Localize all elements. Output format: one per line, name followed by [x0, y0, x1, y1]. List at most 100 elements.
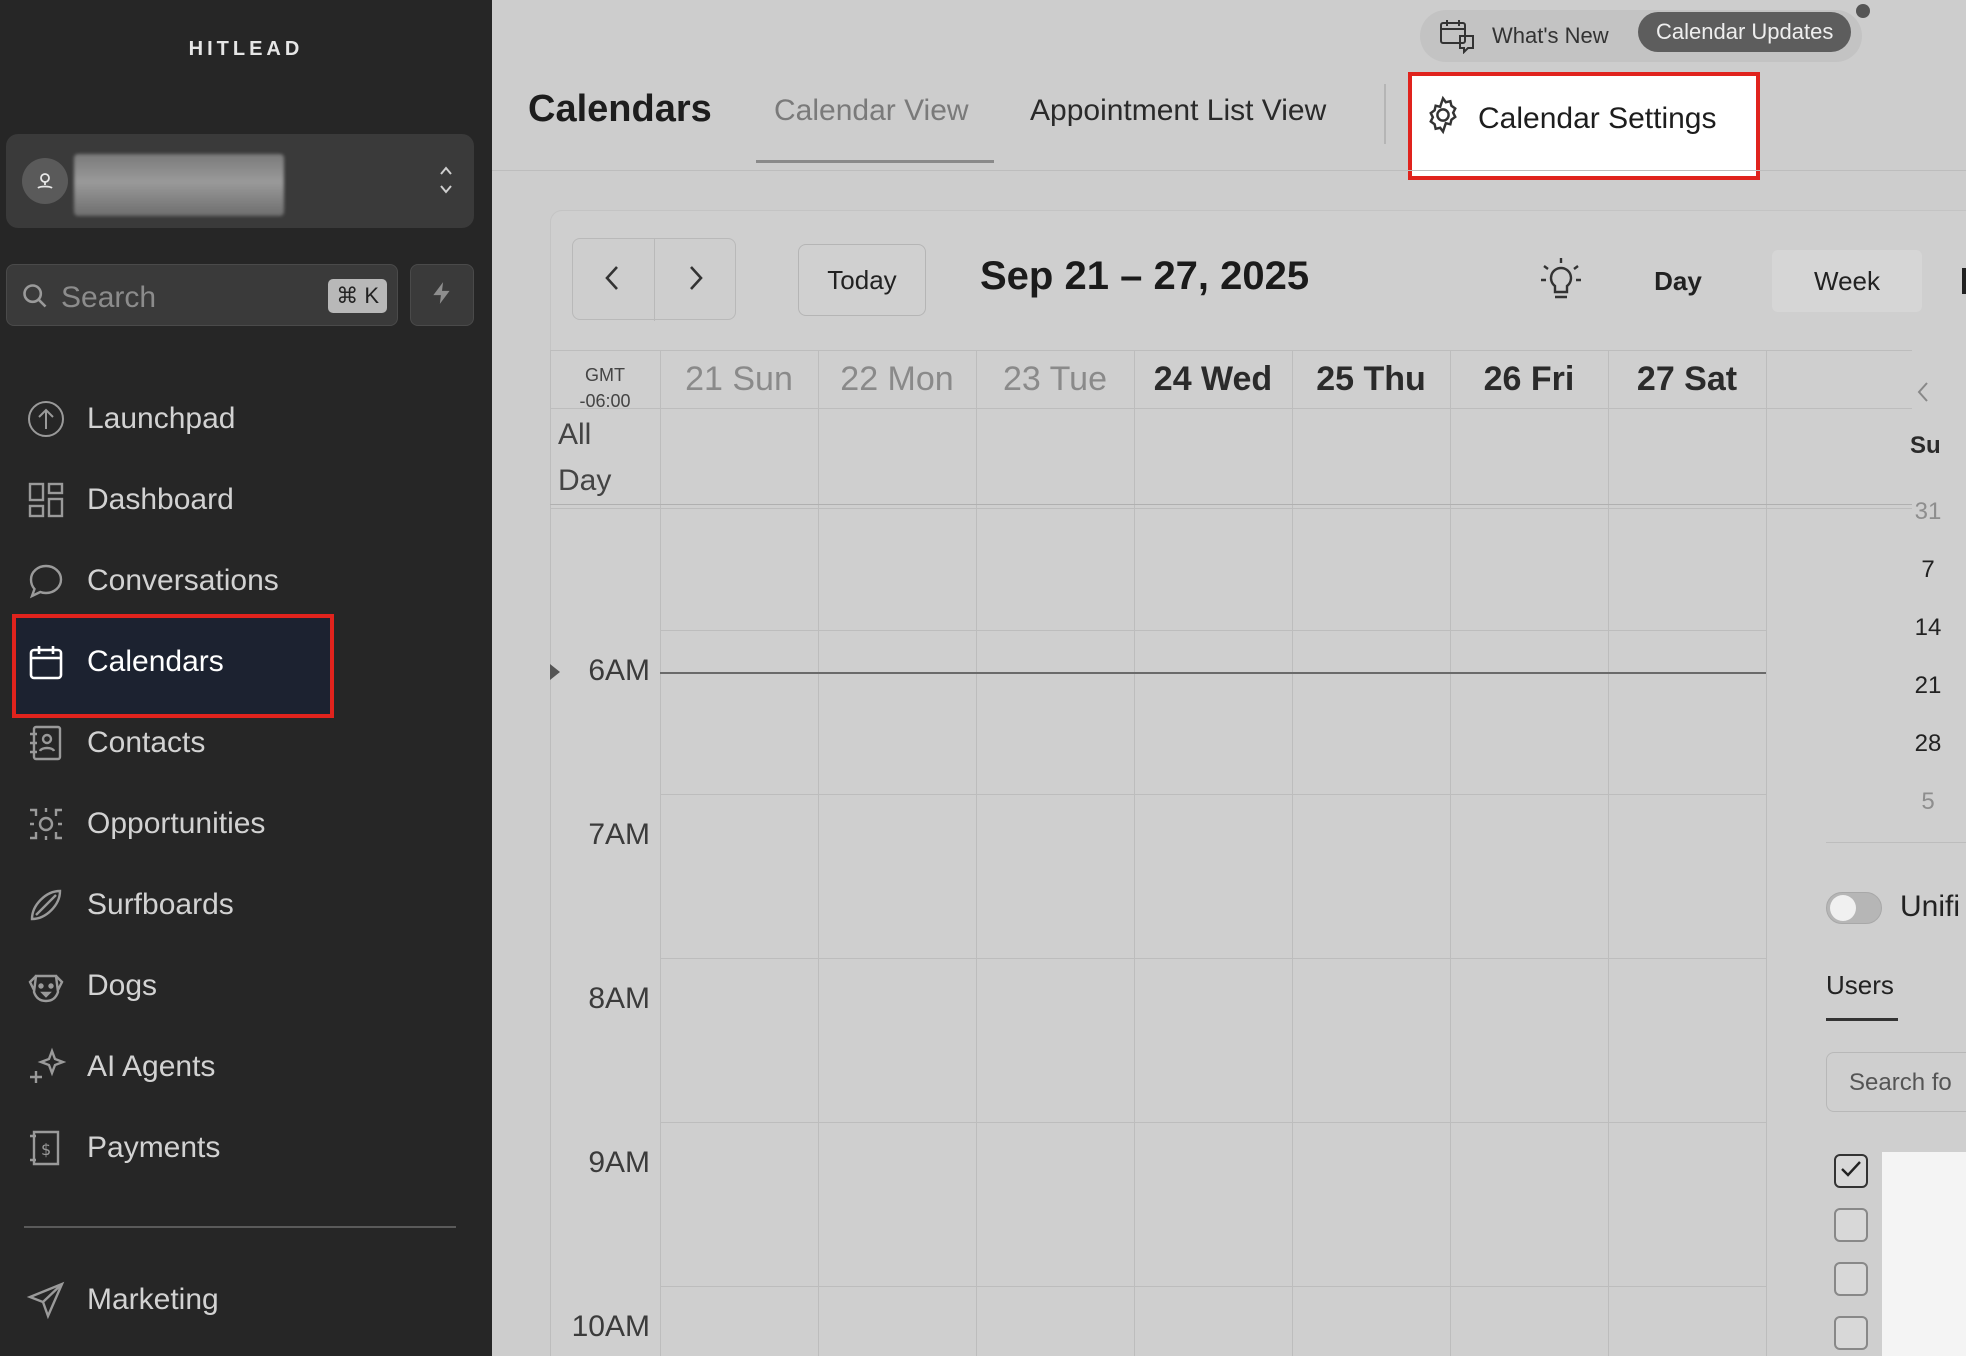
timezone-label: GMT -06:00 — [550, 362, 660, 414]
sidebar-item-label: AI Agents — [87, 1050, 216, 1083]
mini-calendar-weekday: Su — [1910, 432, 1941, 459]
opportunities-icon — [26, 804, 66, 844]
tab-clipped[interactable] — [1958, 970, 1966, 994]
sidebar-item-surfboards[interactable]: Surfboards — [0, 874, 492, 936]
sidebar-item-label: Opportunities — [87, 807, 266, 840]
sidebar-item-label: Marketing — [87, 1283, 219, 1316]
unified-view-toggle[interactable] — [1826, 892, 1882, 924]
mini-calendar-day[interactable]: 31 — [1892, 498, 1964, 526]
location-switcher[interactable] — [6, 134, 474, 228]
user-checkbox[interactable] — [1834, 1208, 1868, 1242]
whats-new-label: What's New — [1492, 23, 1609, 48]
lightbulb-icon[interactable] — [1538, 256, 1584, 309]
tab-users[interactable]: Users — [1826, 970, 1894, 1001]
grid-line — [550, 508, 1912, 509]
next-week-button[interactable] — [681, 263, 711, 297]
grid-line — [660, 1286, 1766, 1287]
gear-icon — [1422, 94, 1464, 144]
sidebar-item-opportunities[interactable]: Opportunities — [0, 793, 492, 855]
sidebar-divider — [24, 1226, 456, 1228]
chevron-left-icon — [604, 264, 620, 297]
quick-actions-button[interactable] — [410, 264, 474, 326]
location-name-redacted — [74, 154, 284, 216]
calendar-updates-badge[interactable]: Calendar Updates — [1638, 12, 1852, 52]
day-header[interactable]: 24 Wed — [1134, 350, 1292, 408]
day-header[interactable]: 21 Sun — [660, 350, 818, 408]
users-tab-underline — [1826, 1018, 1898, 1021]
current-time-line — [660, 672, 1766, 674]
tab-appointment-list-view[interactable]: Appointment List View — [1030, 94, 1326, 128]
main-content: What's New Calendar Updates Calendars Ca… — [492, 0, 1966, 1356]
tab-active-underline — [756, 160, 994, 163]
sidebar-item-calendars[interactable]: Calendars — [0, 631, 492, 693]
day-header[interactable]: 23 Tue — [976, 350, 1134, 408]
sidebar-item-label: Launchpad — [87, 402, 236, 435]
grid-line — [660, 794, 1766, 795]
mini-calendar-day[interactable]: 28 — [1892, 730, 1964, 758]
sidebar-item-dashboard[interactable]: Dashboard — [0, 469, 492, 531]
sidebar-item-label: Contacts — [87, 726, 206, 759]
search-icon — [21, 282, 49, 315]
hour-label: 10AM — [571, 1310, 650, 1343]
chevron-up-down-icon — [436, 160, 456, 200]
week-nav-group — [572, 238, 736, 321]
tab-calendar-settings[interactable]: Calendar Settings — [1422, 94, 1716, 144]
mini-calendar-day[interactable]: 7 — [1892, 556, 1964, 584]
grid-line — [976, 350, 977, 1356]
header-divider — [492, 170, 1966, 171]
date-range-title: Sep 21 – 27, 2025 — [980, 254, 1310, 298]
day-header[interactable]: 25 Thu — [1292, 350, 1450, 408]
day-header[interactable]: 26 Fri — [1450, 350, 1608, 408]
mini-calendar-day[interactable]: 21 — [1892, 672, 1964, 700]
user-search-placeholder: Search fo — [1849, 1069, 1952, 1096]
user-search-input[interactable]: Search fo — [1826, 1052, 1966, 1112]
grid-line — [660, 1122, 1766, 1123]
lightning-icon — [429, 279, 455, 312]
chat-bubble-icon — [26, 561, 66, 601]
view-day-button[interactable]: Day — [1618, 250, 1738, 312]
grid-line — [1608, 350, 1609, 1356]
day-header[interactable]: 27 Sat — [1608, 350, 1766, 408]
sidebar-item-payments[interactable]: $ Payments — [0, 1117, 492, 1179]
user-checkbox[interactable] — [1834, 1154, 1868, 1188]
grid-line — [1766, 350, 1767, 1356]
grid-line — [550, 408, 1912, 409]
mini-calendar-day[interactable]: 14 — [1892, 614, 1964, 642]
sidebar-item-marketing[interactable]: Marketing — [0, 1269, 492, 1331]
nav-divider — [654, 239, 655, 321]
day-header[interactable]: 22 Mon — [818, 350, 976, 408]
check-icon — [1839, 1159, 1863, 1184]
sidebar-item-launchpad[interactable]: Launchpad — [0, 388, 492, 450]
sidebar-item-label: Conversations — [87, 564, 279, 597]
tab-calendar-view[interactable]: Calendar View — [774, 94, 969, 128]
sidebar-search[interactable]: Search ⌘ K — [6, 264, 398, 326]
user-checkbox[interactable] — [1834, 1262, 1868, 1296]
grid-line — [660, 958, 1766, 959]
mini-calendar-day[interactable]: 5 — [1892, 788, 1964, 816]
chevron-right-icon — [688, 264, 704, 297]
notification-dot — [1856, 4, 1870, 18]
search-placeholder: Search — [61, 281, 157, 314]
previous-week-button[interactable] — [597, 263, 627, 297]
grid-line — [550, 350, 1912, 351]
grid-line — [1134, 350, 1135, 1356]
grid-line — [550, 504, 1912, 505]
all-day-label-line: All — [558, 418, 592, 451]
mini-calendar-prev-button[interactable] — [1916, 380, 1930, 409]
sidebar-item-conversations[interactable]: Conversations — [0, 550, 492, 612]
dashboard-icon — [26, 480, 66, 520]
hour-label: 7AM — [588, 818, 650, 851]
user-checkbox[interactable] — [1834, 1316, 1868, 1350]
sidebar-item-label: Dogs — [87, 969, 158, 1002]
paper-plane-icon — [26, 1280, 66, 1320]
surfboard-icon — [26, 885, 66, 925]
view-week-button[interactable]: Week — [1772, 250, 1922, 312]
view-more-button-clipped[interactable] — [1962, 268, 1966, 294]
sidebar-item-dogs[interactable]: Dogs — [0, 955, 492, 1017]
dog-icon — [26, 966, 66, 1006]
launchpad-icon — [26, 399, 66, 439]
sidebar-item-ai-agents[interactable]: AI Agents — [0, 1036, 492, 1098]
sidebar-item-contacts[interactable]: Contacts — [0, 712, 492, 774]
payment-receipt-icon: $ — [26, 1128, 66, 1168]
today-button[interactable]: Today — [798, 244, 926, 316]
